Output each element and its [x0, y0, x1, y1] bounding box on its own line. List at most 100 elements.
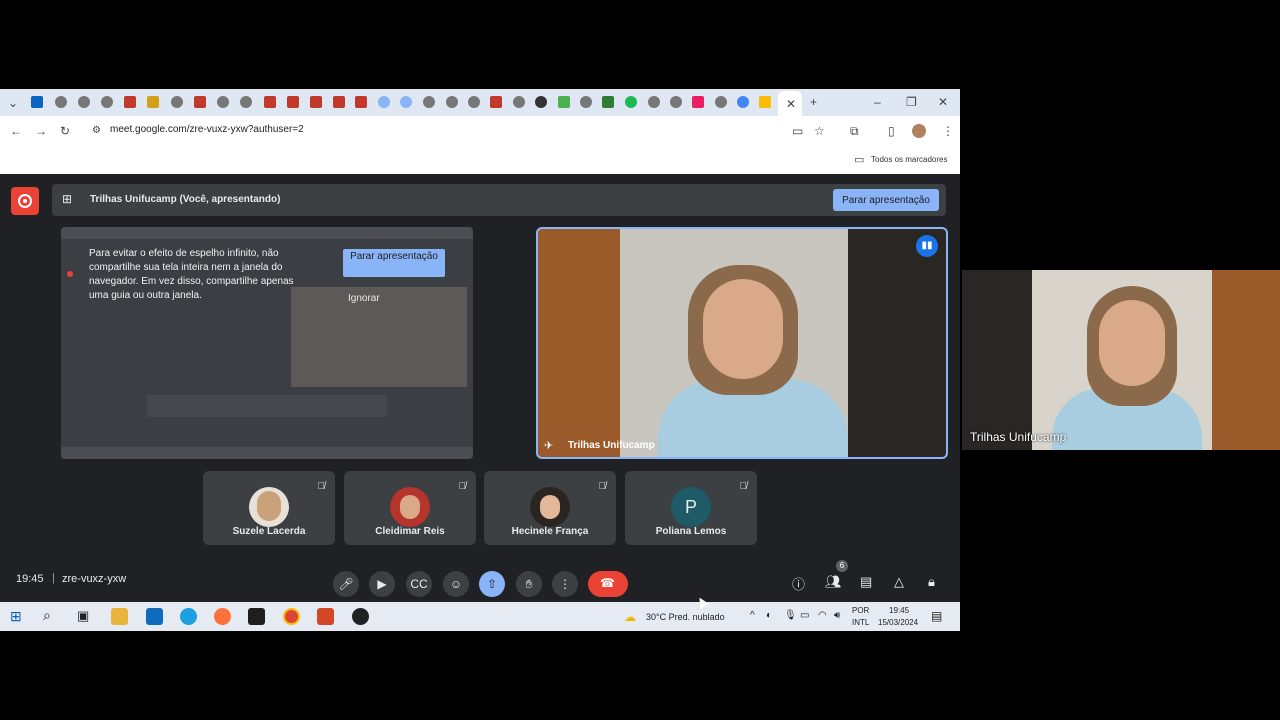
tab[interactable]	[378, 96, 390, 108]
url-text[interactable]: meet.google.com/zre-vuxz-yxw?authuser=2	[110, 124, 304, 135]
tab[interactable]	[692, 96, 704, 108]
tab-google[interactable]	[737, 96, 749, 108]
tab[interactable]	[400, 96, 412, 108]
tab-meet[interactable]	[759, 96, 771, 108]
restore-icon[interactable]: ❐	[906, 95, 917, 109]
tray-chevron-icon[interactable]: ^	[750, 610, 755, 621]
tab[interactable]	[423, 96, 435, 108]
participant-tile[interactable]: P 🎙̸ Poliana Lemos	[625, 471, 757, 545]
tab[interactable]	[78, 96, 90, 108]
tab[interactable]	[171, 96, 183, 108]
taskbar-time[interactable]: 19:45	[889, 606, 909, 615]
mirror-stop-presenting-button[interactable]: Parar apresentação	[343, 249, 445, 277]
mic-button[interactable]: 🎤︎	[333, 571, 359, 597]
profile-avatar[interactable]	[912, 124, 926, 138]
end-call-button[interactable]: ☎︎	[588, 571, 628, 597]
tab[interactable]	[468, 96, 480, 108]
people-icon[interactable]: 👥︎	[825, 574, 842, 590]
participant-tile[interactable]: 🎙̸ Suzele Lacerda	[203, 471, 335, 545]
present-button[interactable]: ⇧	[479, 571, 505, 597]
tab[interactable]	[446, 96, 458, 108]
meet-tray-icon[interactable]: ▭	[800, 610, 809, 621]
participant-tile[interactable]: 🎙̸ Hecinele França	[484, 471, 616, 545]
tab[interactable]	[535, 96, 547, 108]
camera-in-use-icon[interactable]: ▭	[792, 124, 803, 138]
tab[interactable]	[715, 96, 727, 108]
extensions-icon[interactable]: ⧉	[850, 124, 859, 138]
back-icon[interactable]: ←	[10, 124, 22, 138]
camera-button[interactable]: ▶︎	[369, 571, 395, 597]
volume-icon[interactable]: 🔊︎	[834, 610, 840, 621]
tab[interactable]	[194, 96, 206, 108]
weather-text[interactable]: 30°C Pred. nublado	[646, 612, 725, 622]
mail-icon[interactable]	[146, 608, 163, 625]
tab[interactable]	[264, 96, 276, 108]
close-tab-icon[interactable]: ✕	[786, 97, 796, 111]
bookmark-star-icon[interactable]: ☆	[814, 124, 825, 138]
shared-screen-tile[interactable]: Para evitar o efeito de espelho infinito…	[61, 227, 473, 459]
participant-tile[interactable]: 🎙̸ Cleidimar Reis	[344, 471, 476, 545]
network-icon[interactable]: ◐	[766, 610, 772, 621]
tab[interactable]	[513, 96, 525, 108]
pin-icon[interactable]: ✈	[544, 439, 553, 452]
file-explorer-icon[interactable]	[111, 608, 128, 625]
tab[interactable]	[670, 96, 682, 108]
chrome-icon[interactable]	[283, 608, 300, 625]
tab[interactable]	[101, 96, 113, 108]
tab[interactable]	[310, 96, 322, 108]
more-options-button[interactable]: ⋮	[552, 571, 578, 597]
tab[interactable]	[333, 96, 345, 108]
powerpoint-icon[interactable]	[317, 608, 334, 625]
taskbar-date[interactable]: 15/03/2024	[878, 618, 918, 627]
tab[interactable]	[602, 96, 614, 108]
side-panel-icon[interactable]: ▯	[888, 124, 895, 138]
omnibox[interactable]: ⚙ meet.google.com/zre-vuxz-yxw?authuser=…	[86, 119, 826, 143]
raise-hand-button[interactable]: ✋︎	[516, 571, 542, 597]
windows-start-icon[interactable]: ⊞	[10, 608, 22, 625]
input-layout[interactable]: INTL	[852, 618, 869, 627]
firefox-icon[interactable]	[214, 608, 231, 625]
active-tab[interactable]: ✕	[778, 91, 802, 116]
terminal-icon[interactable]	[248, 608, 265, 625]
activities-icon[interactable]: △	[894, 574, 904, 590]
microphone-icon[interactable]: 🎙︎	[784, 610, 797, 621]
host-controls-icon[interactable]: 🔒︎	[928, 574, 935, 590]
notifications-icon[interactable]: ▤	[931, 609, 942, 623]
forward-icon[interactable]: →	[35, 124, 47, 138]
new-tab-icon[interactable]: +	[810, 95, 817, 109]
edge-icon[interactable]	[180, 608, 197, 625]
tab[interactable]	[580, 96, 592, 108]
wifi-icon[interactable]: ◠	[818, 610, 827, 621]
ignore-button[interactable]: Ignorar	[348, 293, 380, 304]
all-bookmarks-label[interactable]: Todos os marcadores	[871, 155, 947, 164]
reload-icon[interactable]: ↻	[60, 124, 70, 138]
input-language[interactable]: POR	[852, 606, 869, 615]
tab[interactable]	[625, 96, 637, 108]
tab[interactable]	[55, 96, 67, 108]
participant-name: Suzele Lacerda	[232, 526, 306, 537]
tab-list-chevron-icon[interactable]: ⌄	[8, 96, 18, 110]
emoji-button[interactable]: ☺	[443, 571, 469, 597]
browser-menu-icon[interactable]: ⋮	[942, 124, 954, 138]
minimize-icon[interactable]: –	[874, 95, 881, 109]
close-window-icon[interactable]: ✕	[938, 95, 948, 109]
chat-icon[interactable]: ▤	[860, 574, 872, 590]
task-view-icon[interactable]: ▣	[77, 608, 89, 624]
tab[interactable]	[217, 96, 229, 108]
tab[interactable]	[355, 96, 367, 108]
tab[interactable]	[490, 96, 502, 108]
info-icon[interactable]: ⓘ	[792, 574, 805, 593]
tab[interactable]	[287, 96, 299, 108]
stop-presenting-button[interactable]: Parar apresentação	[833, 189, 939, 211]
tab[interactable]	[558, 96, 570, 108]
tab[interactable]	[240, 96, 252, 108]
search-icon[interactable]: ⌕	[43, 607, 51, 624]
tab[interactable]	[147, 96, 159, 108]
tab[interactable]	[648, 96, 660, 108]
media-player-icon[interactable]	[352, 608, 369, 625]
tab[interactable]	[124, 96, 136, 108]
captions-button[interactable]: CC	[406, 571, 432, 597]
main-video-tile[interactable]: ▮▮ ✈ Trilhas Unifucamp	[536, 227, 948, 459]
site-info-icon[interactable]: ⚙	[92, 124, 101, 138]
tab-outlook[interactable]	[31, 96, 43, 108]
